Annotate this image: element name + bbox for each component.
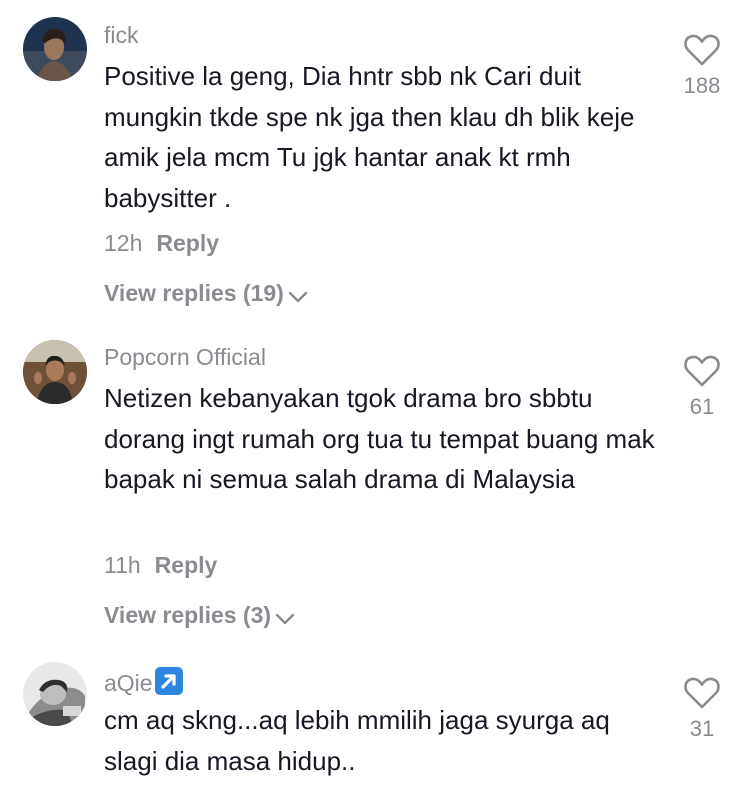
view-replies-label: View replies (19) xyxy=(104,280,284,306)
comment-text: cm aq skng...aq lebih mmilih jaga syurga… xyxy=(104,705,610,776)
avatar[interactable] xyxy=(23,17,87,81)
like-group: 188 xyxy=(672,33,732,99)
comment-username[interactable]: Popcorn Official xyxy=(104,344,266,371)
like-group: 61 xyxy=(672,354,732,420)
user-avatar-image xyxy=(23,662,87,726)
user-avatar-image xyxy=(23,17,87,81)
heart-icon[interactable] xyxy=(683,33,721,67)
user-avatar-image xyxy=(23,340,87,404)
view-replies-button[interactable]: View replies (3) xyxy=(104,602,295,629)
avatar[interactable] xyxy=(23,340,87,404)
view-replies-label: View replies (3) xyxy=(104,602,272,628)
comment-text: Netizen kebanyakan tgok drama bro sbbtu … xyxy=(104,383,655,495)
up-right-arrow-icon xyxy=(154,667,183,695)
view-replies-button[interactable]: View replies (19) xyxy=(104,280,308,307)
username-label: aQie xyxy=(104,670,153,696)
reply-button[interactable]: Reply xyxy=(156,230,219,256)
like-group: 31 xyxy=(672,676,732,742)
avatar[interactable] xyxy=(23,662,87,726)
heart-icon[interactable] xyxy=(683,676,721,710)
chevron-down-icon xyxy=(275,613,295,625)
like-count: 31 xyxy=(689,716,715,741)
comment-meta: 11h Reply xyxy=(104,552,217,579)
comment-meta: 12h Reply xyxy=(104,230,219,257)
heart-icon[interactable] xyxy=(683,354,721,388)
comment-username[interactable]: aQie xyxy=(104,667,183,697)
comment-timestamp: 11h xyxy=(104,552,141,578)
like-count: 188 xyxy=(683,73,721,98)
chevron-down-icon xyxy=(288,291,308,303)
comment-timestamp: 12h xyxy=(104,230,143,256)
comment-username[interactable]: fick xyxy=(104,22,139,49)
reply-button[interactable]: Reply xyxy=(155,552,218,578)
comment-text: Positive la geng, Dia hntr sbb nk Cari d… xyxy=(104,61,635,214)
like-count: 61 xyxy=(689,394,715,419)
